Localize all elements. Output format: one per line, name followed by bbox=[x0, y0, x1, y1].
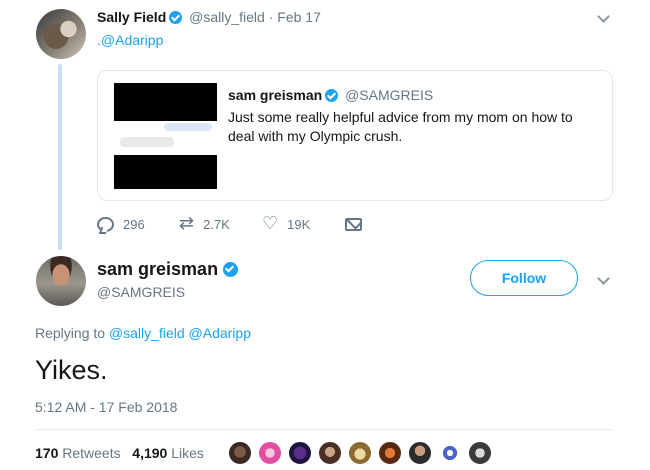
retweets-label: Retweets bbox=[62, 445, 121, 461]
reply-mention-link[interactable]: @sally_field bbox=[109, 325, 185, 341]
verified-icon bbox=[169, 11, 183, 24]
author-handle[interactable]: @sally_field bbox=[189, 9, 265, 25]
liker-avatar[interactable] bbox=[408, 441, 432, 465]
chat-bubble bbox=[120, 137, 174, 147]
redaction-bar bbox=[114, 83, 217, 121]
tweet-text[interactable]: .@Adaripp bbox=[97, 32, 163, 48]
retweet-icon: ⇄ bbox=[179, 213, 195, 234]
quoted-tweet-text: Just some really helpful advice from my … bbox=[228, 109, 573, 144]
retweets-count: 170 bbox=[35, 445, 59, 461]
mail-icon bbox=[345, 217, 362, 231]
quoted-tweet-card[interactable]: sam greisman @SAMGREIS Just some really … bbox=[97, 70, 613, 201]
tweet-date[interactable]: · Feb 17 bbox=[269, 9, 321, 25]
likes-count: 4,190 bbox=[132, 445, 168, 461]
likes-label: Likes bbox=[171, 445, 204, 461]
liker-avatar[interactable] bbox=[438, 441, 462, 465]
thread-connector bbox=[58, 64, 62, 250]
retweets-stat[interactable]: 170 Retweets bbox=[35, 445, 121, 461]
reply-count: 296 bbox=[123, 216, 145, 232]
reply-icon bbox=[97, 216, 114, 232]
liker-avatar[interactable] bbox=[258, 441, 282, 465]
verified-icon bbox=[223, 262, 239, 277]
retweet-count: 2.7K bbox=[203, 216, 230, 232]
quoted-author-handle: @SAMGREIS bbox=[345, 87, 434, 103]
author-handle[interactable]: @SAMGREIS bbox=[97, 284, 185, 300]
replying-to: Replying to @sally_field @Adaripp bbox=[35, 325, 251, 341]
author-name[interactable]: Sally Field bbox=[97, 9, 166, 25]
quoted-tweet-image[interactable] bbox=[114, 83, 217, 189]
tweet-header: Sally Field @sally_field · Feb 17 bbox=[97, 9, 321, 25]
avatar[interactable] bbox=[36, 9, 86, 59]
quoted-tweet-header: sam greisman @SAMGREIS bbox=[228, 87, 433, 103]
retweet-button[interactable]: ⇄ 2.7K bbox=[179, 214, 230, 234]
liker-avatar[interactable] bbox=[378, 441, 402, 465]
reply-mention-link[interactable]: @Adaripp bbox=[189, 325, 251, 341]
chat-bubble bbox=[164, 123, 212, 131]
like-button[interactable]: ♡ 19K bbox=[262, 214, 310, 234]
liker-avatar[interactable] bbox=[288, 441, 312, 465]
tweet-stats: 170 Retweets 4,190 Likes bbox=[35, 445, 204, 461]
like-count: 19K bbox=[287, 216, 311, 232]
tweet-timestamp[interactable]: 5:12 AM - 17 Feb 2018 bbox=[35, 399, 177, 415]
direct-message-button[interactable] bbox=[345, 214, 362, 234]
liker-avatar[interactable] bbox=[228, 441, 252, 465]
author-name[interactable]: sam greisman bbox=[97, 259, 218, 279]
author-name-row: sam greisman bbox=[97, 259, 239, 280]
chevron-down-icon[interactable] bbox=[597, 10, 610, 23]
divider bbox=[35, 429, 613, 430]
likes-stat[interactable]: 4,190 Likes bbox=[132, 445, 204, 461]
heart-icon: ♡ bbox=[262, 213, 279, 234]
liker-avatar[interactable] bbox=[468, 441, 492, 465]
redaction-bar bbox=[114, 155, 217, 189]
replying-prefix: Replying to bbox=[35, 325, 106, 341]
liker-avatar[interactable] bbox=[348, 441, 372, 465]
liker-avatar[interactable] bbox=[318, 441, 342, 465]
tweet-text: Yikes. bbox=[35, 355, 108, 385]
verified-icon bbox=[325, 89, 339, 102]
avatar[interactable] bbox=[36, 256, 86, 306]
quoted-author-name: sam greisman bbox=[228, 87, 323, 103]
follow-button[interactable]: Follow bbox=[470, 260, 578, 296]
chevron-down-icon[interactable] bbox=[597, 272, 610, 285]
reply-button[interactable]: 296 bbox=[97, 214, 145, 234]
